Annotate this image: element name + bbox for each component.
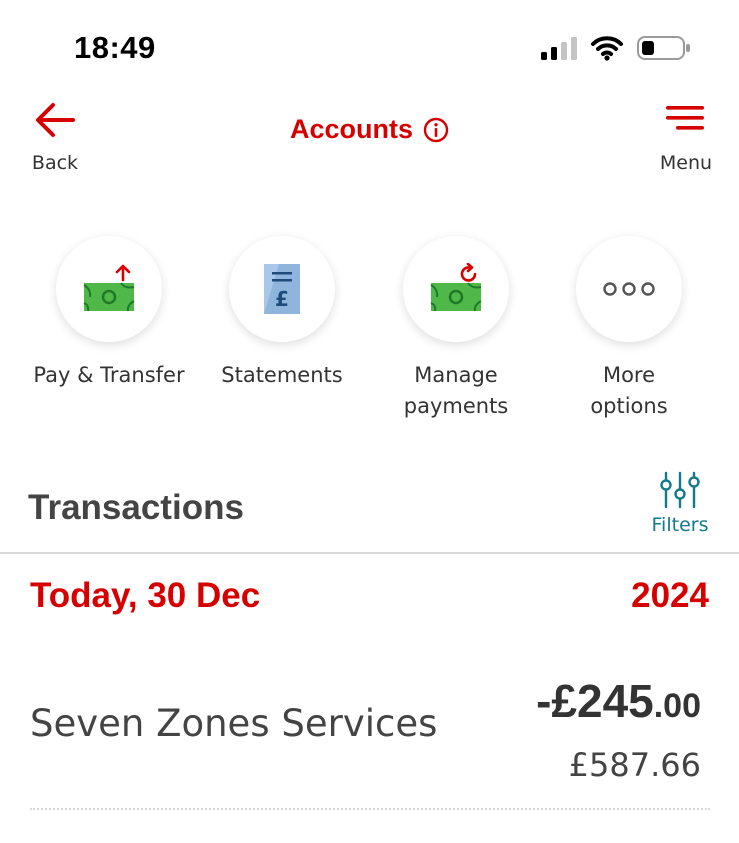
- svg-text:£: £: [275, 287, 289, 311]
- transaction-amount-main: -£245: [536, 675, 654, 727]
- pay-transfer-button[interactable]: Pay & Transfer: [24, 236, 194, 391]
- year-label: 2024: [631, 576, 709, 615]
- manage-payments-button[interactable]: Manage payments: [371, 236, 541, 422]
- statements-label: Statements: [221, 363, 343, 387]
- menu-label: Menu: [659, 152, 713, 174]
- more-options-label-line1: More: [602, 363, 656, 387]
- filters-sliders-icon: [660, 471, 700, 509]
- date-group-header: Today, 30 Dec 2024: [0, 576, 739, 622]
- statements-icon: £: [264, 264, 300, 314]
- hamburger-menu-icon: [666, 106, 704, 130]
- more-options-button[interactable]: More options: [544, 236, 714, 422]
- filters-button[interactable]: Filters: [644, 470, 716, 536]
- filters-label: Filters: [651, 514, 709, 536]
- more-options-icon: [603, 282, 655, 296]
- manage-payments-label-line1: Manage: [414, 363, 498, 387]
- statements-button[interactable]: £ Statements: [197, 236, 367, 391]
- more-options-label-line2: options: [590, 394, 668, 418]
- page-title: Accounts: [289, 114, 414, 144]
- date-label: Today, 30 Dec: [30, 576, 261, 615]
- manage-payments-label: Manage payments: [371, 360, 541, 422]
- transactions-header: Transactions Filters: [0, 466, 739, 554]
- manage-payments-label-line2: payments: [403, 394, 509, 418]
- app-header: Back Accounts Menu: [0, 90, 739, 190]
- manage-payments-circle: [403, 236, 509, 342]
- pay-transfer-icon: [83, 264, 135, 312]
- pay-transfer-circle: [56, 236, 162, 342]
- cellular-signal-icon: [541, 37, 577, 60]
- transaction-amount-decimal: .00: [653, 687, 701, 725]
- more-options-circle: [576, 236, 682, 342]
- page-title-wrap: Accounts: [0, 114, 739, 145]
- transactions-title: Transactions: [28, 488, 244, 527]
- row-divider: [30, 808, 710, 810]
- statements-circle: £: [229, 236, 335, 342]
- more-options-label: More options: [544, 360, 714, 422]
- status-bar: 18:49: [0, 0, 739, 90]
- transaction-merchant: Seven Zones Services: [30, 702, 438, 745]
- manage-payments-icon: [430, 263, 482, 312]
- transaction-row[interactable]: Seven Zones Services -£245.00 £587.66: [0, 660, 739, 810]
- back-label: Back: [31, 152, 79, 174]
- status-time: 18:49: [74, 30, 156, 65]
- menu-button[interactable]: Menu: [656, 104, 716, 174]
- battery-icon: [637, 36, 690, 60]
- pay-transfer-label: Pay & Transfer: [33, 363, 185, 387]
- transaction-amount: -£245.00: [536, 674, 701, 728]
- quick-actions: Pay & Transfer £ Statements Manage paymen…: [0, 236, 739, 436]
- wifi-icon: [591, 36, 623, 61]
- transaction-balance: £587.66: [568, 746, 701, 784]
- info-icon[interactable]: [423, 117, 449, 143]
